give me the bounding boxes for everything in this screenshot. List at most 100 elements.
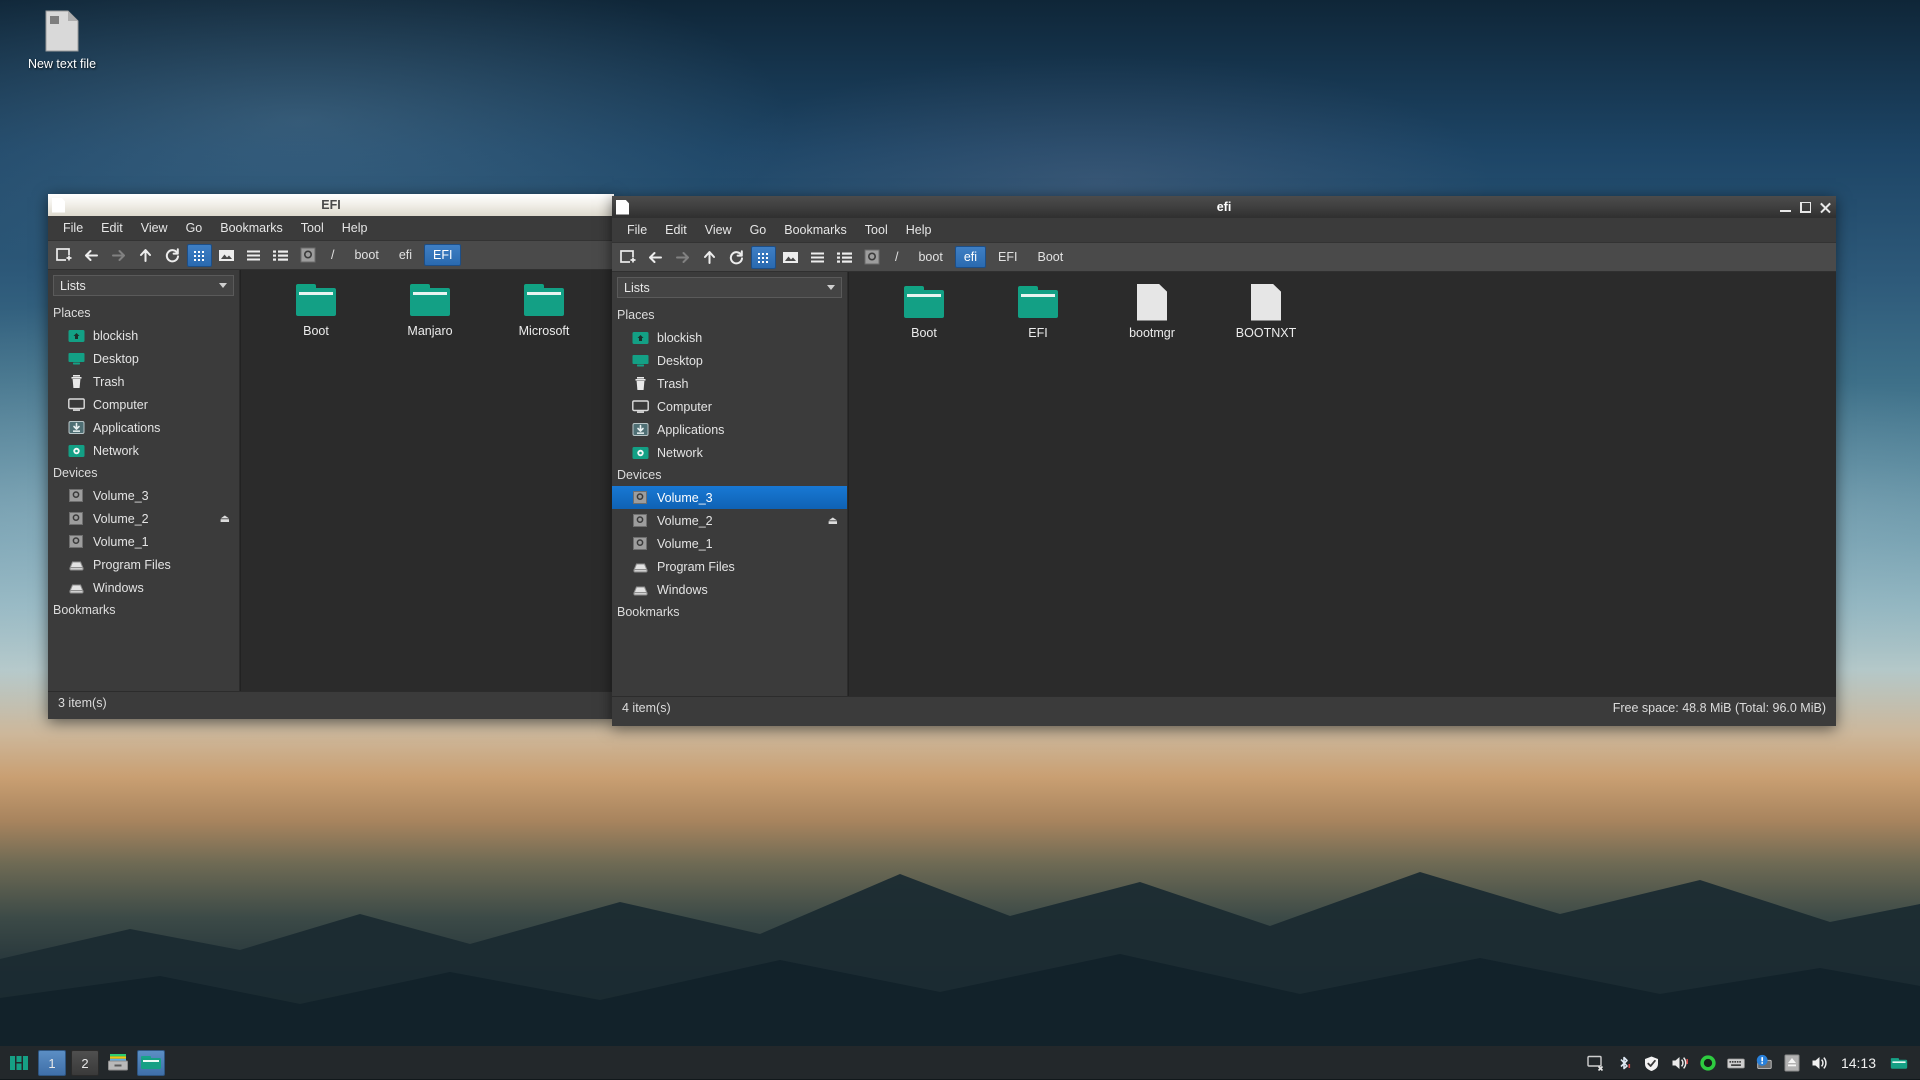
new-window-icon[interactable] [52, 244, 77, 267]
grid-view-icon[interactable] [187, 243, 212, 267]
breadcrumb-Boot[interactable]: Boot [1029, 247, 1071, 267]
file-item[interactable]: Manjaro [373, 280, 487, 338]
menu-view[interactable]: View [134, 218, 175, 238]
sidebar-item-volume-1[interactable]: Volume_1 [48, 530, 239, 553]
keyboard-icon[interactable] [1727, 1054, 1745, 1072]
breadcrumb-boot[interactable]: boot [910, 247, 950, 267]
menu-bookmarks[interactable]: Bookmarks [777, 220, 854, 240]
sidebar[interactable]: Lists Places blockish Desktop Trash Comp… [612, 272, 848, 696]
task-file-manager-button[interactable] [137, 1050, 165, 1076]
file-manager-window-efi-lowercase[interactable]: efi File Edit View Go Bookmarks Tool Hel… [612, 196, 1836, 726]
sidebar-item-blockish[interactable]: blockish [48, 324, 239, 347]
menu-file[interactable]: File [56, 218, 90, 238]
manjaro-menu-icon[interactable] [5, 1050, 33, 1076]
sidebar[interactable]: Lists Places blockish Desktop Trash Comp… [48, 270, 240, 691]
file-item[interactable]: EFI [981, 282, 1095, 340]
menu-edit[interactable]: Edit [658, 220, 694, 240]
sidebar-item-network[interactable]: Network [612, 441, 847, 464]
menu-help[interactable]: Help [899, 220, 939, 240]
sidebar-item-volume-2[interactable]: Volume_2 ⏏ [48, 507, 239, 530]
file-item[interactable]: BOOTNXT [1209, 282, 1323, 340]
sidebar-item-volume-2[interactable]: Volume_2 ⏏ [612, 509, 847, 532]
speaker-icon[interactable] [1811, 1054, 1829, 1072]
reload-icon[interactable] [160, 244, 185, 267]
file-manager-window-efi-uppercase[interactable]: EFI File Edit View Go Bookmarks Tool Hel… [48, 194, 614, 719]
display-off-icon[interactable] [1587, 1054, 1605, 1072]
file-list[interactable]: Boot Manjaro Microsoft [240, 270, 614, 691]
file-item[interactable]: Boot [259, 280, 373, 338]
workspace-1-button[interactable]: 1 [38, 1050, 66, 1076]
arrow-left-icon[interactable] [643, 246, 668, 269]
sidebar-item-trash[interactable]: Trash [48, 370, 239, 393]
image-view-icon[interactable] [214, 244, 239, 267]
breadcrumb-EFI[interactable]: EFI [990, 247, 1025, 267]
sidebar-item-desktop[interactable]: Desktop [612, 349, 847, 372]
minimize-button[interactable] [1780, 202, 1791, 213]
menu-view[interactable]: View [698, 220, 739, 240]
menu-file[interactable]: File [620, 220, 654, 240]
sidebar-item-program-files[interactable]: Program Files [48, 553, 239, 576]
arrow-left-icon[interactable] [79, 244, 104, 267]
sidebar-item-blockish[interactable]: blockish [612, 326, 847, 349]
toolbar[interactable]: / boot efi EFI [48, 241, 614, 270]
maximize-button[interactable] [1800, 201, 1811, 213]
update-notification-icon[interactable] [1755, 1054, 1773, 1072]
breadcrumb-boot[interactable]: boot [346, 245, 386, 265]
toolbar[interactable]: / boot efi EFI Boot [612, 243, 1836, 272]
file-item[interactable]: Boot [867, 282, 981, 340]
sidebar-item-volume-3[interactable]: Volume_3 [612, 486, 847, 509]
sidebar-item-computer[interactable]: Computer [612, 395, 847, 418]
titlebar[interactable]: efi [612, 196, 1836, 218]
menu-help[interactable]: Help [335, 218, 375, 238]
shield-icon[interactable] [1643, 1054, 1661, 1072]
sidebar-item-desktop[interactable]: Desktop [48, 347, 239, 370]
menubar[interactable]: File Edit View Go Bookmarks Tool Help [612, 218, 1836, 243]
grid-view-icon[interactable] [751, 245, 776, 269]
arrow-up-icon[interactable] [697, 246, 722, 269]
system-tray[interactable]: 14:13 [1587, 1054, 1920, 1072]
menu-go[interactable]: Go [743, 220, 774, 240]
detail-list-icon[interactable] [832, 246, 857, 269]
list-lines-icon[interactable] [241, 244, 266, 267]
sidebar-item-volume-1[interactable]: Volume_1 [612, 532, 847, 555]
menu-edit[interactable]: Edit [94, 218, 130, 238]
eject-icon[interactable] [1783, 1054, 1801, 1072]
reload-icon[interactable] [724, 246, 749, 269]
arrow-up-icon[interactable] [133, 244, 158, 267]
eject-icon[interactable]: ⏏ [828, 514, 838, 527]
sidebar-item-windows[interactable]: Windows [48, 576, 239, 599]
task-archive-button[interactable] [104, 1050, 132, 1076]
titlebar[interactable]: EFI [48, 194, 614, 216]
menu-tool[interactable]: Tool [294, 218, 331, 238]
breadcrumb-root[interactable]: / [323, 245, 342, 265]
menubar[interactable]: File Edit View Go Bookmarks Tool Help [48, 216, 614, 241]
folder-green-icon[interactable] [1890, 1054, 1908, 1072]
breadcrumb-efi[interactable]: efi [954, 246, 987, 268]
sidebar-mode-combo[interactable]: Lists [53, 275, 234, 296]
sidebar-mode-combo[interactable]: Lists [617, 277, 842, 298]
breadcrumb-efi[interactable]: efi [391, 245, 420, 265]
eject-icon[interactable]: ⏏ [220, 512, 230, 525]
taskbar[interactable]: 1 2 14:13 [0, 1046, 1920, 1080]
list-lines-icon[interactable] [805, 246, 830, 269]
sidebar-item-applications[interactable]: Applications [48, 416, 239, 439]
file-list[interactable]: Boot EFI bootmgr BOOTNXT [848, 272, 1836, 696]
sidebar-item-computer[interactable]: Computer [48, 393, 239, 416]
workspace-2-button[interactable]: 2 [71, 1050, 99, 1076]
clock[interactable]: 14:13 [1841, 1055, 1876, 1071]
desktop-icon-new-text-file[interactable]: New text file [14, 10, 110, 71]
menu-bookmarks[interactable]: Bookmarks [213, 218, 290, 238]
sidebar-item-network[interactable]: Network [48, 439, 239, 462]
file-item[interactable]: Microsoft [487, 280, 601, 338]
recording-icon[interactable] [1699, 1054, 1717, 1072]
close-button[interactable] [1820, 202, 1831, 213]
bluetooth-icon[interactable] [1615, 1054, 1633, 1072]
volume-icon[interactable] [859, 246, 884, 269]
menu-go[interactable]: Go [179, 218, 210, 238]
volume-icon[interactable] [295, 244, 320, 267]
menu-tool[interactable]: Tool [858, 220, 895, 240]
sidebar-item-volume-3[interactable]: Volume_3 [48, 484, 239, 507]
image-view-icon[interactable] [778, 246, 803, 269]
sidebar-item-program-files[interactable]: Program Files [612, 555, 847, 578]
file-item[interactable]: bootmgr [1095, 282, 1209, 340]
